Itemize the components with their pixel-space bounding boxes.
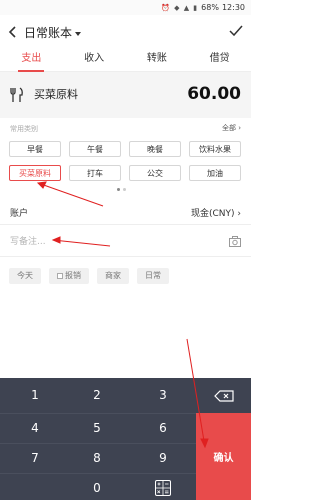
category-chip[interactable]: 饮料水果 — [189, 141, 241, 157]
account-value-text: 现金(CNY) — [190, 209, 235, 219]
caret-down-icon — [75, 31, 82, 36]
tag-daily[interactable]: 日常 — [137, 268, 169, 284]
page-title: 日常账本 — [24, 26, 73, 40]
key-9[interactable]: 9 — [132, 443, 194, 473]
fork-knife-icon — [10, 87, 23, 102]
note-input[interactable] — [10, 235, 190, 249]
note-row — [0, 228, 251, 257]
page-dot — [123, 188, 126, 191]
confirm-button[interactable]: 确认 — [196, 413, 251, 500]
check-icon[interactable] — [229, 24, 243, 38]
account-value: 现金(CNY) › — [190, 209, 241, 219]
tab-income[interactable]: 收入 — [63, 49, 126, 71]
key-6[interactable]: 6 — [132, 413, 194, 443]
battery-level: 68% — [201, 3, 219, 12]
category-chip[interactable]: 公交 — [129, 165, 181, 181]
tag-label: 今天 — [17, 271, 33, 280]
key-1[interactable]: 1 — [4, 380, 66, 410]
category-chip[interactable]: 午餐 — [69, 141, 121, 157]
category-chip[interactable]: 加油 — [189, 165, 241, 181]
status-icons: ⏰ ◆ ▲ ▮ — [161, 3, 199, 12]
account-label: 账户 — [10, 209, 29, 219]
tag-label: 商家 — [105, 271, 121, 280]
camera-icon[interactable] — [229, 236, 241, 247]
common-categories-label: 常用类别 — [10, 125, 38, 133]
key-4[interactable]: 4 — [4, 413, 66, 443]
tab-loan[interactable]: 借贷 — [188, 49, 251, 71]
key-5[interactable]: 5 — [66, 413, 128, 443]
all-categories-label: 全部 — [221, 124, 236, 132]
key-2[interactable]: 2 — [66, 380, 128, 410]
selected-category-name: 买菜原料 — [34, 88, 78, 101]
category-chip-selected[interactable]: 买菜原料 — [9, 165, 61, 181]
type-tabs: 支出 收入 转账 借贷 — [0, 49, 251, 72]
key-8[interactable]: 8 — [66, 443, 128, 473]
tag-merchant[interactable]: 商家 — [97, 268, 129, 284]
checkbox-icon — [57, 273, 63, 279]
quick-tags: 今天 报销 商家 日常 — [9, 268, 169, 284]
category-chip[interactable]: 晚餐 — [129, 141, 181, 157]
amount-display: 60.00 — [187, 84, 241, 104]
calculator-key[interactable] — [132, 473, 194, 503]
key-7[interactable]: 7 — [4, 443, 66, 473]
tag-today[interactable]: 今天 — [9, 268, 41, 284]
page-indicator — [117, 188, 126, 191]
key-3[interactable]: 3 — [132, 380, 194, 410]
category-chip[interactable]: 打车 — [69, 165, 121, 181]
key-0[interactable]: 0 — [66, 473, 128, 503]
clock: 12:30 — [221, 3, 245, 12]
account-row[interactable]: 账户 现金(CNY) › — [0, 198, 251, 225]
book-selector[interactable]: 日常账本 — [24, 24, 82, 41]
amount-row: 买菜原料 60.00 — [0, 72, 251, 118]
category-chip[interactable]: 早餐 — [9, 141, 61, 157]
header: 日常账本 — [0, 15, 251, 49]
backspace-icon — [214, 390, 234, 402]
status-bar: ⏰ ◆ ▲ ▮ 68% 12:30 — [0, 0, 251, 15]
category-grid: 早餐 午餐 晚餐 饮料水果 买菜原料 打车 公交 加油 — [9, 141, 244, 181]
tag-label: 日常 — [145, 271, 161, 280]
page-dot-active — [117, 188, 120, 191]
back-arrow-icon[interactable] — [6, 24, 20, 40]
tag-reimburse[interactable]: 报销 — [49, 268, 89, 284]
tag-label: 报销 — [65, 271, 81, 280]
tab-expense[interactable]: 支出 — [0, 49, 63, 72]
calculator-icon — [155, 480, 171, 496]
backspace-key[interactable] — [196, 378, 251, 413]
all-categories-link[interactable]: 全部 › — [222, 123, 241, 133]
tab-transfer[interactable]: 转账 — [126, 49, 189, 71]
